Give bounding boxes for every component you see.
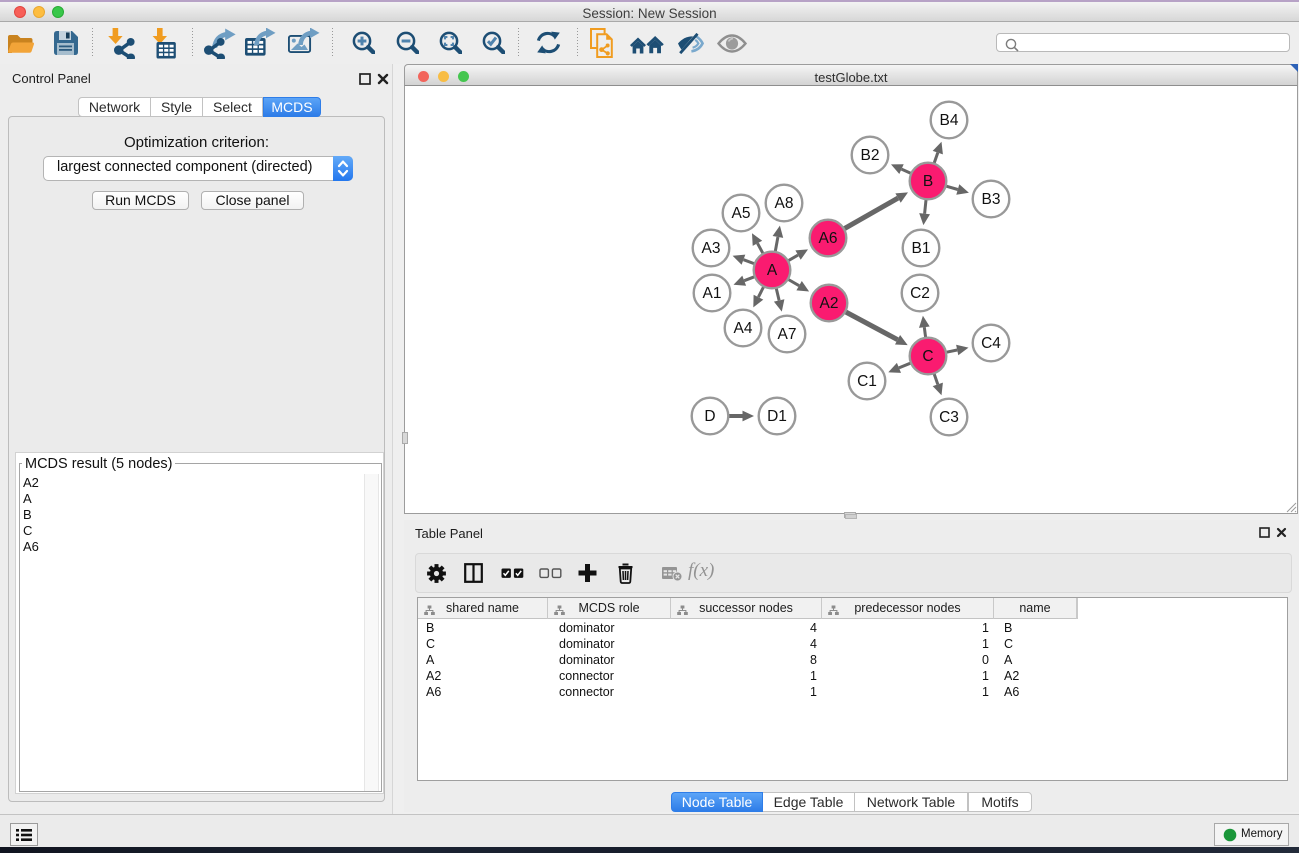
svg-text:D: D	[704, 408, 715, 425]
svg-text:C: C	[922, 348, 933, 365]
svg-text:A: A	[767, 262, 778, 279]
svg-text:D1: D1	[767, 408, 787, 425]
svg-text:A5: A5	[732, 205, 751, 222]
svg-text:C1: C1	[857, 373, 877, 390]
svg-text:C4: C4	[981, 335, 1001, 352]
svg-text:B4: B4	[940, 112, 959, 129]
svg-text:B1: B1	[912, 240, 931, 257]
svg-text:A6: A6	[819, 230, 838, 247]
svg-text:A7: A7	[778, 326, 797, 343]
svg-text:A1: A1	[703, 285, 722, 302]
svg-text:A3: A3	[702, 240, 721, 257]
svg-text:B: B	[923, 173, 933, 190]
svg-text:A2: A2	[820, 295, 839, 312]
svg-text:A8: A8	[775, 195, 794, 212]
svg-text:B2: B2	[861, 147, 880, 164]
svg-text:C2: C2	[910, 285, 930, 302]
svg-text:C3: C3	[939, 409, 959, 426]
svg-text:B3: B3	[982, 191, 1001, 208]
svg-text:A4: A4	[734, 320, 753, 337]
